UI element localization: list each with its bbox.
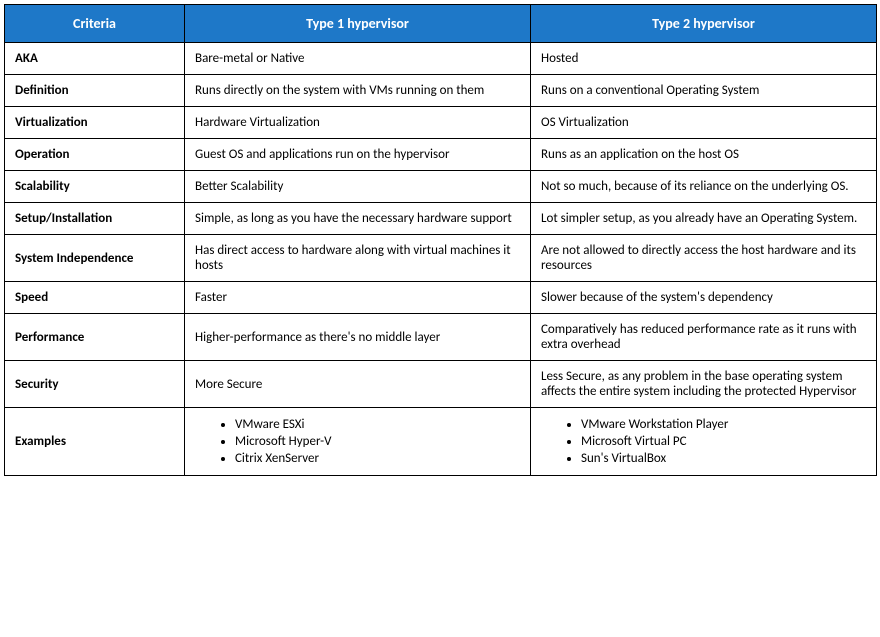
list-item: Citrix XenServer bbox=[235, 450, 520, 467]
list-item: VMware Workstation Player bbox=[581, 416, 866, 433]
type1-cell: Hardware Virtualization bbox=[185, 107, 531, 139]
type1-examples-cell: VMware ESXiMicrosoft Hyper-VCitrix XenSe… bbox=[185, 408, 531, 476]
type1-cell: Guest OS and applications run on the hyp… bbox=[185, 139, 531, 171]
criteria-cell: Definition bbox=[5, 75, 185, 107]
hypervisor-comparison-table: Criteria Type 1 hypervisor Type 2 hyperv… bbox=[4, 4, 877, 476]
type1-cell: Better Scalability bbox=[185, 171, 531, 203]
type2-cell: Comparatively has reduced performance ra… bbox=[531, 314, 877, 361]
type1-cell: Simple, as long as you have the necessar… bbox=[185, 203, 531, 235]
table-row: DefinitionRuns directly on the system wi… bbox=[5, 75, 877, 107]
type2-cell: Less Secure, as any problem in the base … bbox=[531, 361, 877, 408]
criteria-cell: Speed bbox=[5, 282, 185, 314]
type2-cell: OS Virtualization bbox=[531, 107, 877, 139]
table-row: SpeedFasterSlower because of the system'… bbox=[5, 282, 877, 314]
table-row: System IndependenceHas direct access to … bbox=[5, 235, 877, 282]
list-item: Microsoft Hyper-V bbox=[235, 433, 520, 450]
criteria-cell: Security bbox=[5, 361, 185, 408]
type1-cell: More Secure bbox=[185, 361, 531, 408]
table-header-row: Criteria Type 1 hypervisor Type 2 hyperv… bbox=[5, 5, 877, 43]
table-row: ScalabilityBetter ScalabilityNot so much… bbox=[5, 171, 877, 203]
type1-cell: Has direct access to hardware along with… bbox=[185, 235, 531, 282]
table-row: PerformanceHigher-performance as there's… bbox=[5, 314, 877, 361]
header-criteria: Criteria bbox=[5, 5, 185, 43]
list-item: Microsoft Virtual PC bbox=[581, 433, 866, 450]
type2-examples-cell: VMware Workstation PlayerMicrosoft Virtu… bbox=[531, 408, 877, 476]
table-row: Setup/InstallationSimple, as long as you… bbox=[5, 203, 877, 235]
table-body: AKABare-metal or NativeHostedDefinitionR… bbox=[5, 43, 877, 476]
type2-cell: Hosted bbox=[531, 43, 877, 75]
type2-cell: Are not allowed to directly access the h… bbox=[531, 235, 877, 282]
type2-cell: Slower because of the system's dependenc… bbox=[531, 282, 877, 314]
criteria-cell: Examples bbox=[5, 408, 185, 476]
type2-cell: Runs on a conventional Operating System bbox=[531, 75, 877, 107]
criteria-cell: Setup/Installation bbox=[5, 203, 185, 235]
criteria-cell: Virtualization bbox=[5, 107, 185, 139]
example-list: VMware Workstation PlayerMicrosoft Virtu… bbox=[541, 416, 866, 467]
criteria-cell: Scalability bbox=[5, 171, 185, 203]
type2-cell: Not so much, because of its reliance on … bbox=[531, 171, 877, 203]
criteria-cell: Performance bbox=[5, 314, 185, 361]
list-item: Sun's VirtualBox bbox=[581, 450, 866, 467]
type2-cell: Lot simpler setup, as you already have a… bbox=[531, 203, 877, 235]
type1-cell: Faster bbox=[185, 282, 531, 314]
example-list: VMware ESXiMicrosoft Hyper-VCitrix XenSe… bbox=[195, 416, 520, 467]
type1-cell: Bare-metal or Native bbox=[185, 43, 531, 75]
table-row: AKABare-metal or NativeHosted bbox=[5, 43, 877, 75]
list-item: VMware ESXi bbox=[235, 416, 520, 433]
type1-cell: Runs directly on the system with VMs run… bbox=[185, 75, 531, 107]
header-type2: Type 2 hypervisor bbox=[531, 5, 877, 43]
criteria-cell: Operation bbox=[5, 139, 185, 171]
table-row-examples: ExamplesVMware ESXiMicrosoft Hyper-VCitr… bbox=[5, 408, 877, 476]
criteria-cell: System Independence bbox=[5, 235, 185, 282]
table-row: OperationGuest OS and applications run o… bbox=[5, 139, 877, 171]
type1-cell: Higher-performance as there's no middle … bbox=[185, 314, 531, 361]
table-row: VirtualizationHardware VirtualizationOS … bbox=[5, 107, 877, 139]
header-type1: Type 1 hypervisor bbox=[185, 5, 531, 43]
table-row: SecurityMore SecureLess Secure, as any p… bbox=[5, 361, 877, 408]
type2-cell: Runs as an application on the host OS bbox=[531, 139, 877, 171]
criteria-cell: AKA bbox=[5, 43, 185, 75]
